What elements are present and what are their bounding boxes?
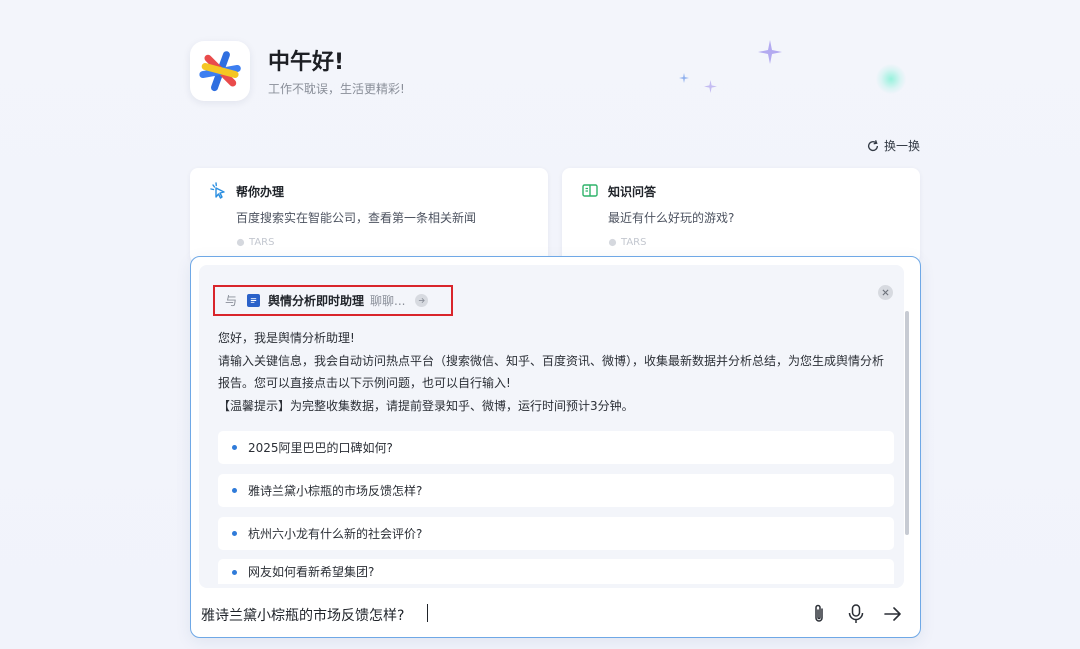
voice-input-button[interactable] bbox=[844, 602, 868, 626]
agent-name: 舆情分析即时助理 bbox=[268, 294, 365, 308]
card-description: 最近有什么好玩的游戏? bbox=[608, 211, 735, 225]
chat-panel: 与 舆情分析即时助理 聊聊... 您好，我是舆情分析助理! 请输入关键信息，我会… bbox=[190, 256, 921, 638]
question-text: 雅诗兰黛小棕瓶的市场反馈怎样? bbox=[248, 484, 423, 498]
agent-mode: 聊聊... bbox=[370, 294, 406, 308]
card-tag: TARS bbox=[236, 237, 274, 248]
question-text: 网友如何看新希望集团? bbox=[248, 565, 375, 579]
suggestion-card-qa[interactable]: 知识问答 最近有什么好玩的游戏? TARS bbox=[562, 168, 920, 263]
question-text: 2025阿里巴巴的口碑如何? bbox=[248, 441, 393, 455]
close-icon bbox=[882, 289, 889, 296]
refresh-label: 换一换 bbox=[884, 139, 921, 153]
agent-avatar-icon bbox=[247, 294, 261, 307]
book-icon bbox=[582, 184, 598, 197]
suggestion-card-task[interactable]: 帮你办理 百度搜索实在智能公司，查看第一条相关新闻 TARS bbox=[190, 168, 548, 263]
with-label: 与 bbox=[225, 294, 238, 308]
microphone-icon bbox=[848, 604, 864, 623]
refresh-button[interactable]: 换一换 bbox=[866, 137, 920, 154]
greeting-title: 中午好! bbox=[268, 50, 345, 75]
tars-icon bbox=[236, 238, 245, 247]
example-question[interactable]: 杭州六小龙有什么新的社会评价? bbox=[218, 517, 894, 550]
text-caret bbox=[427, 604, 428, 622]
send-button[interactable] bbox=[881, 602, 905, 626]
bullet-dot bbox=[232, 445, 237, 450]
attach-button[interactable] bbox=[807, 602, 831, 626]
example-question[interactable]: 2025阿里巴巴的口碑如何? bbox=[218, 431, 894, 464]
sparkle-icon bbox=[679, 73, 689, 83]
cursor-click-icon bbox=[210, 182, 225, 199]
close-button[interactable] bbox=[878, 285, 893, 300]
agent-header[interactable]: 与 舆情分析即时助理 聊聊... bbox=[213, 285, 453, 316]
paperclip-icon bbox=[815, 604, 823, 622]
greeting-subtitle: 工作不耽误，生活更精彩! bbox=[268, 82, 405, 96]
card-description: 百度搜索实在智能公司，查看第一条相关新闻 bbox=[236, 211, 477, 225]
app-logo bbox=[190, 41, 250, 101]
tars-icon bbox=[608, 238, 617, 247]
agent-intro-text: 您好，我是舆情分析助理! 请输入关键信息，我会自动访问热点平台（搜索微信、知乎、… bbox=[218, 327, 894, 417]
arrow-right-icon bbox=[884, 607, 901, 621]
arrow-right-icon[interactable] bbox=[415, 294, 429, 307]
card-title: 知识问答 bbox=[608, 185, 657, 199]
example-question[interactable]: 雅诗兰黛小棕瓶的市场反馈怎样? bbox=[218, 474, 894, 507]
card-title: 帮你办理 bbox=[236, 185, 285, 199]
agent-intro-panel: 与 舆情分析即时助理 聊聊... 您好，我是舆情分析助理! 请输入关键信息，我会… bbox=[199, 265, 909, 588]
intro-line: 【温馨提示】为完整收集数据，请提前登录知乎、微博，运行时间预计3分钟。 bbox=[218, 398, 634, 413]
sparkle-icon bbox=[704, 80, 717, 93]
card-tag-label: TARS bbox=[249, 237, 275, 248]
bullet-dot bbox=[232, 570, 237, 575]
scrollbar[interactable] bbox=[905, 311, 909, 535]
decorative-glow bbox=[876, 64, 906, 94]
bullet-dot bbox=[232, 531, 237, 536]
intro-line: 请输入关键信息，我会自动访问热点平台（搜索微信、知乎、百度资讯、微博），收集最新… bbox=[218, 353, 885, 391]
refresh-icon bbox=[867, 139, 879, 151]
card-tag: TARS bbox=[608, 237, 646, 248]
bullet-dot bbox=[232, 488, 237, 493]
sparkle-icon bbox=[758, 40, 782, 64]
intro-line: 您好，我是舆情分析助理! bbox=[218, 331, 355, 345]
card-tag-label: TARS bbox=[621, 237, 647, 248]
example-question[interactable]: 网友如何看新希望集团? bbox=[218, 559, 894, 584]
question-text: 杭州六小龙有什么新的社会评价? bbox=[248, 527, 423, 541]
chat-input[interactable] bbox=[201, 601, 761, 629]
